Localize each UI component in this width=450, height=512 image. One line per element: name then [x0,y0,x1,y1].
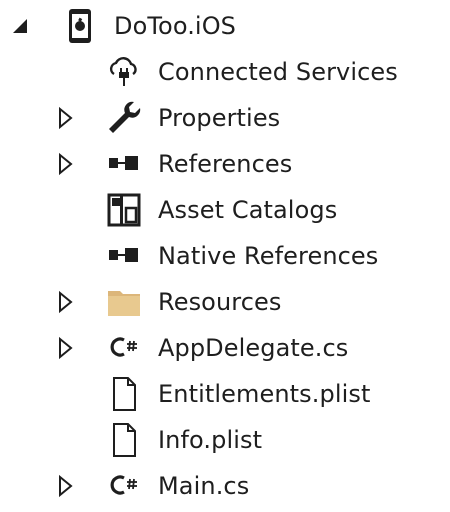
tree-node-label: Resources [158,288,282,316]
tree-node-appdelegate[interactable]: AppDelegate.cs [0,325,450,371]
tree-node-label: Main.cs [158,472,250,500]
collapsed-triangle-icon[interactable] [54,290,78,314]
tree-node-label: References [158,150,293,178]
collapsed-triangle-icon[interactable] [54,106,78,130]
collapsed-triangle-icon[interactable] [54,474,78,498]
tree-node-asset-catalogs[interactable]: Asset Catalogs [0,187,450,233]
solution-explorer-tree: DoToo.iOS Connected Services Properties … [0,0,450,512]
tree-node-main-cs[interactable]: Main.cs [0,463,450,509]
tree-node-references[interactable]: References [0,141,450,187]
asset-catalog-icon [104,190,144,230]
tree-node-info-plist[interactable]: Info.plist [0,417,450,463]
file-icon [104,420,144,460]
tree-node-label: Entitlements.plist [158,380,371,408]
tree-node-label: Native References [158,242,379,270]
tree-node-label: Info.plist [158,426,263,454]
project-label: DoToo.iOS [114,12,237,40]
tree-node-properties[interactable]: Properties [0,95,450,141]
references-icon [104,144,144,184]
tree-node-label: AppDelegate.cs [158,334,349,362]
tree-node-native-references[interactable]: Native References [0,233,450,279]
tree-node-project[interactable]: DoToo.iOS [0,3,450,49]
wrench-icon [104,98,144,138]
tree-node-label: Asset Catalogs [158,196,338,224]
expanded-triangle-icon[interactable] [7,14,31,38]
tree-node-label: Connected Services [158,58,398,86]
ios-project-icon [60,6,100,46]
collapsed-triangle-icon[interactable] [54,336,78,360]
tree-node-resources[interactable]: Resources [0,279,450,325]
connected-services-icon [104,52,144,92]
csharp-file-icon [104,328,144,368]
csharp-file-icon [104,466,144,506]
tree-node-connected-services[interactable]: Connected Services [0,49,450,95]
file-icon [104,374,144,414]
collapsed-triangle-icon[interactable] [54,152,78,176]
references-icon [104,236,144,276]
tree-node-label: Properties [158,104,281,132]
folder-icon [104,282,144,322]
tree-node-entitlements[interactable]: Entitlements.plist [0,371,450,417]
